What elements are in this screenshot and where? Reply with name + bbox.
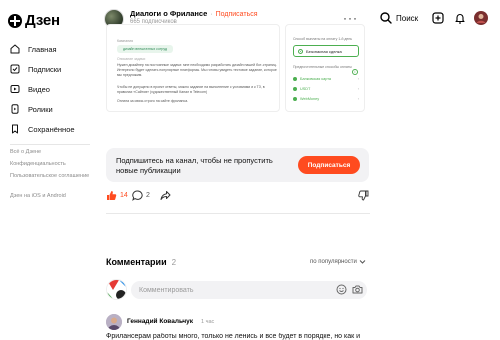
chevron-down-icon — [359, 260, 366, 264]
payment-row: WebMoney › — [293, 95, 359, 102]
safe-deal-option: Безопасная сделка — [293, 45, 359, 57]
bookmark-icon — [12, 124, 18, 134]
about-zen-link[interactable]: Всё о Дзене — [10, 149, 90, 156]
fragment-right-heading: Способ выплаты на оплату 1-й день — [293, 37, 353, 41]
fragment-text: Оплата за связь строго на сайте фриланса… — [117, 99, 189, 103]
fragment-tag: Кампания — [117, 39, 134, 43]
radio-selected-icon — [298, 48, 303, 54]
thumbs-down-icon[interactable] — [358, 190, 369, 201]
sidebar-item-label: Сохранённое — [28, 124, 75, 134]
camera-icon[interactable] — [352, 284, 363, 295]
apps-link[interactable]: Дзен на iOS и Android — [10, 193, 90, 200]
channel-subscribe-link[interactable]: Подписаться — [216, 11, 258, 18]
subscribe-card: Подпишитесь на канал, чтобы не пропустит… — [106, 148, 369, 182]
payment-label: Банковская карта — [300, 76, 332, 81]
payment-label: WebMoney — [300, 96, 320, 101]
subscribe-prompt: Подпишитесь на канал, чтобы не пропустит… — [116, 156, 273, 175]
payment-row: Банковская карта › — [293, 75, 359, 82]
sidebar-item-label: Главная — [28, 44, 57, 54]
like-count: 14 — [120, 192, 128, 199]
comment-bubble-icon — [132, 190, 143, 201]
fragment-text: Чтобы не допущено в проект ответы, можно… — [117, 85, 265, 94]
fragment-chip: дизайн внештатных сотруд — [117, 45, 174, 53]
comments-count: 2 — [171, 258, 177, 267]
payment-label: USDT — [300, 86, 311, 91]
payment-heading: Предпочтительные способы оплаты — [293, 65, 352, 69]
search-button[interactable]: Поиск — [380, 12, 418, 24]
emoji-icon[interactable] — [336, 284, 347, 295]
profile-avatar-icon[interactable] — [474, 11, 488, 25]
check-icon — [293, 86, 297, 91]
abstract-avatar-icon — [107, 280, 126, 299]
fragment-text: Нужен дизайнер на постоянные задачи: мне… — [117, 63, 277, 77]
safe-deal-label: Безопасная сделка — [306, 48, 342, 54]
share-icon[interactable] — [160, 190, 171, 201]
reactions-bar: 14 2 — [106, 190, 370, 206]
create-post-icon[interactable] — [432, 12, 444, 24]
subscribe-button[interactable]: Подписаться — [298, 156, 360, 174]
video-icon — [10, 85, 20, 93]
sidebar-item-video[interactable]: Видео — [10, 84, 50, 94]
comment-author-avatar[interactable] — [106, 314, 122, 330]
comments-button[interactable]: 2 — [132, 190, 150, 201]
fragment-label: Описание задачи — [117, 57, 146, 61]
sort-dropdown[interactable]: по популярности — [310, 258, 366, 265]
comment-input[interactable] — [131, 281, 367, 299]
person-avatar-icon — [106, 314, 122, 330]
payment-row: USDT › — [293, 85, 359, 92]
like-button[interactable]: 14 — [106, 190, 128, 201]
more-options-button[interactable]: ··· — [343, 11, 358, 25]
sidebar-item-shorts[interactable]: Ролики — [10, 104, 53, 114]
zen-logo[interactable]: Дзен — [8, 12, 60, 29]
sidebar-item-label: Ролики — [28, 104, 53, 114]
sidebar-divider — [10, 144, 90, 145]
sidebar-item-home[interactable]: Главная — [10, 44, 57, 54]
sidebar: Главная Подписки Видео Ролики Сохранённо… — [0, 40, 100, 340]
search-label: Поиск — [396, 13, 419, 23]
chevron-right-icon: › — [357, 96, 359, 101]
thumbs-up-icon — [107, 191, 117, 200]
notifications-bell-icon[interactable] — [454, 12, 466, 24]
zen-logo-icon — [8, 13, 22, 28]
sidebar-item-label: Видео — [28, 84, 50, 94]
comment-author-name[interactable]: Геннадий Ковальчук — [127, 318, 193, 325]
sidebar-item-saved[interactable]: Сохранённое — [10, 124, 75, 134]
channel-dot: · — [210, 11, 213, 18]
shorts-icon — [11, 104, 19, 114]
comment-count: 2 — [146, 192, 150, 199]
privacy-link[interactable]: Конфиденциальность — [10, 161, 90, 168]
article-image-left: Кампания дизайн внештатных сотруд Описан… — [106, 24, 280, 112]
chevron-right-icon: › — [357, 76, 359, 81]
article-image-right: Способ выплаты на оплату 1-й день Безопа… — [285, 24, 365, 112]
check-icon — [293, 76, 297, 81]
comments-title: Комментарии — [106, 257, 167, 267]
logo-text: Дзен — [25, 12, 60, 29]
home-icon — [10, 44, 20, 54]
chevron-right-icon: › — [357, 86, 359, 91]
divider — [106, 213, 370, 214]
search-icon — [380, 12, 392, 24]
comments-heading: Комментарии 2 — [106, 257, 176, 267]
sidebar-item-label: Подписки — [28, 64, 62, 74]
check-icon — [293, 96, 297, 101]
channel-name[interactable]: Диалоги о Фрилансе — [130, 9, 207, 18]
comment-text: Фрилансерам работы много, только не лени… — [106, 333, 361, 340]
comment-time: 1 час — [201, 319, 215, 325]
subscriptions-icon — [10, 64, 20, 74]
sidebar-item-subscriptions[interactable]: Подписки — [10, 64, 61, 74]
user-agreement-link[interactable]: Пользовательское соглашение — [10, 173, 90, 180]
sort-label: по популярности — [310, 258, 357, 265]
current-user-avatar — [106, 279, 127, 300]
